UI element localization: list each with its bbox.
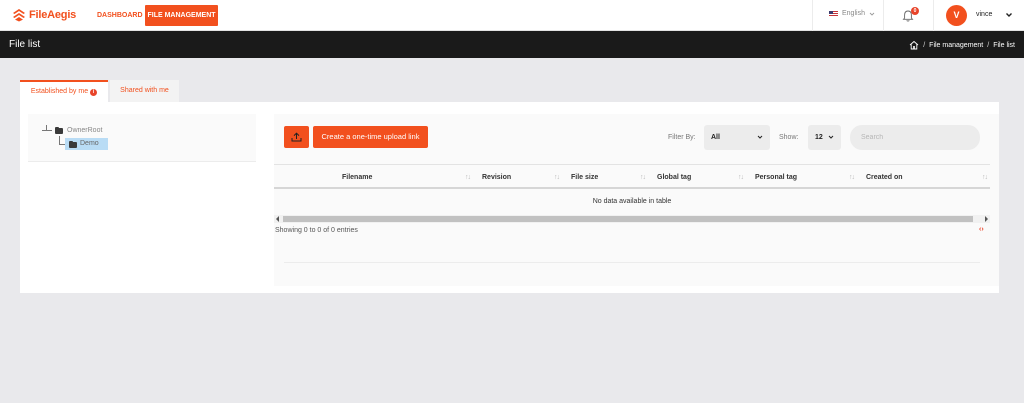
divider	[812, 0, 813, 31]
upload-button[interactable]	[284, 126, 309, 148]
tree-connector	[42, 130, 52, 131]
folder-icon	[69, 141, 77, 148]
notification-badge: 0	[911, 7, 919, 15]
tab-established-by-me[interactable]: Established by me i	[20, 80, 108, 102]
page-title: File list	[9, 39, 41, 50]
chevron-down-icon	[828, 135, 834, 139]
username[interactable]: vince	[976, 11, 992, 18]
table-info: Showing 0 to 0 of 0 entries	[275, 227, 358, 234]
us-flag-icon	[829, 10, 838, 17]
nav-dashboard[interactable]: DASHBOARD	[92, 5, 148, 26]
avatar[interactable]: V	[946, 5, 967, 26]
tree-node-label: Demo	[80, 140, 99, 147]
show-label: Show:	[779, 134, 799, 141]
tree-connector	[59, 136, 60, 144]
upload-icon	[291, 132, 302, 142]
sort-icon[interactable]: ↑↓	[849, 174, 855, 181]
logo-icon	[13, 9, 25, 22]
scrollbar-thumb[interactable]	[283, 216, 973, 222]
column-personal-tag[interactable]: Personal tag	[755, 174, 797, 181]
page-size-select[interactable]: 12	[808, 125, 841, 150]
tree-node-owner-root[interactable]: OwnerRoot	[67, 127, 102, 134]
breadcrumb-item[interactable]: File management	[929, 42, 983, 49]
column-file-size[interactable]: File size	[571, 174, 598, 181]
chevron-down-icon[interactable]	[1005, 11, 1013, 19]
chevron-down-icon	[869, 12, 875, 16]
breadcrumb-separator: /	[923, 41, 926, 49]
tree-node-demo[interactable]: Demo	[65, 138, 108, 150]
language-label: English	[842, 10, 865, 17]
language-selector[interactable]: English	[829, 10, 875, 17]
sort-icon[interactable]: ↑↓	[738, 174, 744, 181]
horizontal-scrollbar[interactable]	[274, 215, 990, 223]
column-revision[interactable]: Revision	[482, 174, 511, 181]
sort-icon[interactable]: ↑↓	[465, 174, 471, 181]
filter-by-label: Filter By:	[668, 134, 696, 141]
pagination-arrows-icon[interactable]: ‹›	[979, 226, 984, 233]
folder-tree: OwnerRoot Demo	[28, 114, 256, 162]
top-navbar: FileAegis DASHBOARD FILE MANAGEMENT Engl…	[0, 0, 1024, 31]
tab-label: Shared with me	[120, 87, 169, 94]
brand-logo[interactable]: FileAegis	[12, 8, 76, 22]
info-icon: i	[90, 89, 98, 96]
breadcrumb-item: File list	[993, 41, 1015, 49]
create-upload-link-button[interactable]: Create a one-time upload link	[313, 126, 428, 148]
breadcrumb-separator: /	[987, 41, 990, 49]
scroll-left-icon[interactable]	[276, 216, 279, 222]
folder-icon	[55, 127, 63, 134]
content-card: OwnerRoot Demo Create a one-time upload …	[20, 102, 999, 293]
file-table-panel: Create a one-time upload link Filter By:…	[274, 114, 999, 286]
brand-name: FileAegis	[29, 9, 77, 21]
column-filename[interactable]: Filename	[342, 174, 372, 181]
scroll-right-icon[interactable]	[985, 216, 988, 222]
search-input[interactable]	[850, 125, 980, 150]
divider	[933, 0, 934, 31]
nav-file-management[interactable]: FILE MANAGEMENT	[145, 5, 218, 26]
filter-value: All	[711, 134, 720, 141]
column-global-tag[interactable]: Global tag	[657, 174, 691, 181]
filter-select[interactable]: All	[704, 125, 770, 150]
tab-label: Established by me	[30, 88, 89, 95]
divider	[883, 0, 884, 31]
page-size-value: 12	[815, 134, 823, 141]
divider	[284, 262, 980, 263]
tab-shared-with-me[interactable]: Shared with me	[110, 80, 179, 102]
column-created-on[interactable]: Created on	[866, 174, 903, 181]
breadcrumb: / File management / File list	[909, 40, 1015, 50]
empty-table-message: No data available in table	[592, 198, 672, 205]
sort-icon[interactable]: ↑↓	[554, 174, 560, 181]
page-header: File list / File management / File list	[0, 31, 1024, 58]
sort-icon[interactable]: ↑↓	[982, 174, 988, 181]
sort-icon[interactable]: ↑↓	[640, 174, 646, 181]
table-header: Filename ↑↓ Revision ↑↓ File size ↑↓ Glo…	[274, 164, 990, 189]
chevron-down-icon	[757, 135, 763, 139]
home-icon[interactable]	[909, 40, 919, 50]
